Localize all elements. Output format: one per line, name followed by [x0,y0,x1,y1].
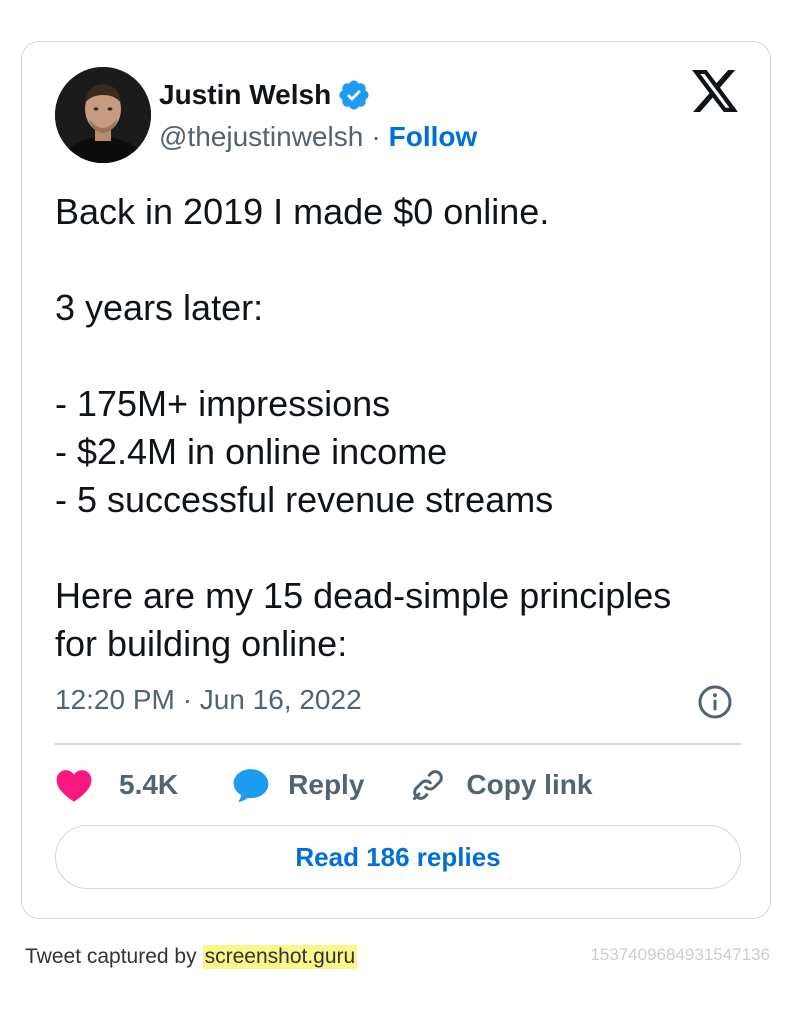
link-icon [413,770,444,800]
x-logo-icon[interactable] [692,70,738,112]
tweet-id: 1537409684931547136 [590,945,770,964]
like-button[interactable]: 5.4K [55,767,178,803]
tweet-card: Justin Welsh @thejustinwelsh · Follow Ba… [21,41,771,919]
avatar[interactable] [55,67,151,163]
tweet-text: Back in 2019 I made $0 online. 3 years l… [55,188,755,668]
verified-badge-icon [339,80,369,110]
avatar-image [55,67,151,163]
separator-dot: · [371,121,381,152]
speech-bubble-icon [233,769,269,802]
info-icon[interactable] [697,684,733,720]
action-bar: 5.4K Reply Copy link [55,762,592,808]
author-handle-row: @thejustinwelsh · Follow [159,120,477,154]
tweet-line: Here are my 15 dead-simple principles [55,575,672,616]
author-name[interactable]: Justin Welsh [159,79,331,111]
tweet-line: 3 years later: [55,287,264,328]
follow-button[interactable]: Follow [389,121,478,153]
divider [55,743,741,745]
tweet-line: - 5 successful revenue streams [55,479,554,520]
author-name-row: Justin Welsh [159,78,371,112]
tweet-line: Back in 2019 I made $0 online. [55,191,550,232]
tweet-timestamp[interactable]: 12:20 PM · Jun 16, 2022 [55,684,362,716]
reply-button[interactable]: Reply [232,767,364,803]
likes-count: 5.4K [119,769,179,800]
capture-brand-link[interactable]: screenshot.guru [202,945,358,969]
heart-icon [56,770,92,802]
tweet-line: for building online: [55,623,348,664]
reply-label: Reply [288,769,365,800]
copy-link-button[interactable]: Copy link [410,767,592,803]
copy-link-label: Copy link [466,769,593,800]
author-handle[interactable]: @thejustinwelsh [159,121,363,153]
tweet-line: - $2.4M in online income [55,431,448,472]
read-replies-button[interactable]: Read 186 replies [55,825,741,889]
tweet-line: - 175M+ impressions [55,383,391,424]
capture-credit: Tweet captured by screenshot.guru [25,945,358,969]
capture-credit-text: Tweet captured by [25,945,197,968]
